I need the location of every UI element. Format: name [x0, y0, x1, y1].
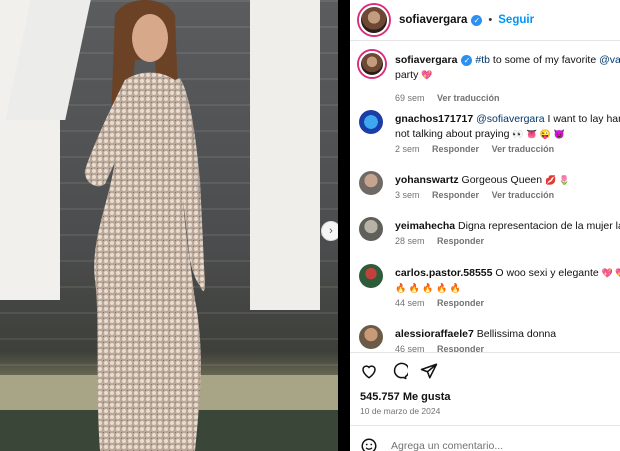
commenter-username[interactable]: yohanswartz	[395, 174, 459, 186]
post-header: sofiavergara ✓ • Seguir	[350, 0, 620, 40]
commenter-avatar[interactable]	[359, 217, 383, 241]
comment-time: 3 sem	[395, 190, 420, 200]
comment-body: Gorgeous Queen	[461, 174, 543, 186]
mention-link[interactable]: @vanity	[599, 54, 620, 66]
comment-text: carlos.pastor.58555 O woo sexi y elegant…	[395, 266, 620, 296]
comment-meta: 28 sem Responder	[395, 236, 494, 246]
composer-divider	[350, 425, 620, 426]
comment-meta: 3 sem Responder Ver traducción	[395, 190, 564, 200]
commenter-avatar[interactable]	[359, 171, 383, 195]
actions-divider	[350, 352, 620, 353]
caption-body: to some of my favorite	[489, 54, 600, 66]
action-bar	[359, 361, 439, 381]
fire-emoji-icon: 🔥 🔥 🔥 🔥 🔥	[395, 283, 462, 293]
commenter-username[interactable]: carlos.pastor.58555	[395, 267, 492, 279]
translate-button[interactable]: Ver traducción	[492, 144, 555, 154]
comment-text: yeimahecha Digna representacion de la mu…	[395, 219, 620, 234]
paper-plane-icon[interactable]	[419, 361, 439, 381]
post-side-panel: sofiavergara ✓ • Seguir sofiavergara ✓ #t…	[350, 0, 620, 451]
next-photo-button[interactable]: ›	[321, 221, 338, 241]
instagram-post-view: › sofiavergara ✓ • Seguir sofiavergara ✓ …	[0, 0, 620, 451]
backdrop-letter-right	[250, 0, 320, 310]
comment-body: I want to lay hands o	[547, 113, 620, 125]
comment-body: O woo sexi y elegante	[495, 267, 599, 279]
commenter-username[interactable]: gnachos171717	[395, 113, 473, 125]
comment-time: 2 sem	[395, 144, 420, 154]
emoji-group-icon: 💋 🌷	[545, 175, 570, 185]
comment-time: 28 sem	[395, 236, 425, 246]
commenter-username[interactable]: alessioraffaele7	[395, 328, 474, 340]
heart-emoji-icon: 💖	[421, 70, 433, 80]
comment-meta: 2 sem Responder Ver traducción	[395, 144, 564, 154]
chevron-right-icon: ›	[329, 225, 333, 237]
caption-text: sofiavergara ✓ #tb to some of my favorite…	[395, 53, 620, 83]
author-username[interactable]: sofiavergara	[399, 14, 467, 26]
follow-button[interactable]: Seguir	[498, 14, 534, 26]
comment-body: Bellissima donna	[476, 328, 557, 340]
comment-time: 44 sem	[395, 298, 425, 308]
commenter-avatar[interactable]	[359, 264, 383, 288]
likes-count[interactable]: 545.757 Me gusta	[360, 391, 451, 403]
comment-meta: 44 sem Responder	[395, 298, 494, 308]
caption-time: 69 sem	[395, 93, 425, 103]
comment-body-line2: not talking about praying	[395, 128, 510, 140]
caption-author[interactable]: sofiavergara	[395, 54, 457, 66]
reply-button[interactable]: Responder	[432, 144, 479, 154]
comment-text: alessioraffaele7 Bellissima donna	[395, 327, 620, 342]
post-photo[interactable]: ›	[0, 0, 338, 451]
separator-dot: •	[488, 14, 493, 26]
comment-body: Digna representacion de la mujer latin	[458, 220, 620, 232]
reply-button[interactable]: Responder	[437, 298, 484, 308]
comment-text: gnachos171717 @sofiavergara I want to la…	[395, 112, 620, 142]
reply-button[interactable]: Responder	[437, 236, 484, 246]
reply-button[interactable]: Responder	[437, 344, 484, 352]
comment-text: yohanswartz Gorgeous Queen 💋 🌷	[395, 173, 620, 188]
comments-feed[interactable]: sofiavergara ✓ #tb to some of my favorite…	[350, 41, 620, 352]
smiley-icon[interactable]	[359, 436, 379, 451]
translate-button[interactable]: Ver traducción	[492, 190, 555, 200]
comment-input[interactable]: Agrega un comentario...	[391, 440, 503, 451]
comment-time: 46 sem	[395, 344, 425, 352]
verified-badge-icon: ✓	[461, 54, 473, 66]
comment-bubble-icon[interactable]	[389, 361, 409, 381]
comment-composer: Agrega un comentario...	[359, 436, 503, 451]
mention-link[interactable]: @sofiavergara	[476, 113, 544, 125]
hashtag-link[interactable]: #tb	[475, 54, 490, 66]
verified-badge-icon: ✓	[471, 14, 483, 26]
translate-button[interactable]: Ver traducción	[437, 93, 500, 103]
heart-icon[interactable]	[359, 361, 379, 381]
commenter-username[interactable]: yeimahecha	[395, 220, 455, 232]
panel-divider	[338, 0, 350, 451]
comment-meta: 46 sem Responder	[395, 344, 494, 352]
reply-button[interactable]: Responder	[432, 190, 479, 200]
woman-in-sequin-gown	[84, 0, 205, 451]
caption-author-avatar[interactable]	[359, 51, 385, 77]
commenter-avatar[interactable]	[359, 110, 383, 134]
heart-emoji-icon: 💖 💖 💖	[601, 268, 620, 278]
caption-meta: 69 sem Ver traducción	[395, 93, 510, 103]
author-avatar[interactable]	[359, 5, 389, 35]
post-date: 10 de marzo de 2024	[360, 406, 441, 416]
emoji-group-icon: 👀 👅 😜 😈	[512, 129, 565, 139]
caption-line2: party	[395, 69, 419, 81]
commenter-avatar[interactable]	[359, 325, 383, 349]
